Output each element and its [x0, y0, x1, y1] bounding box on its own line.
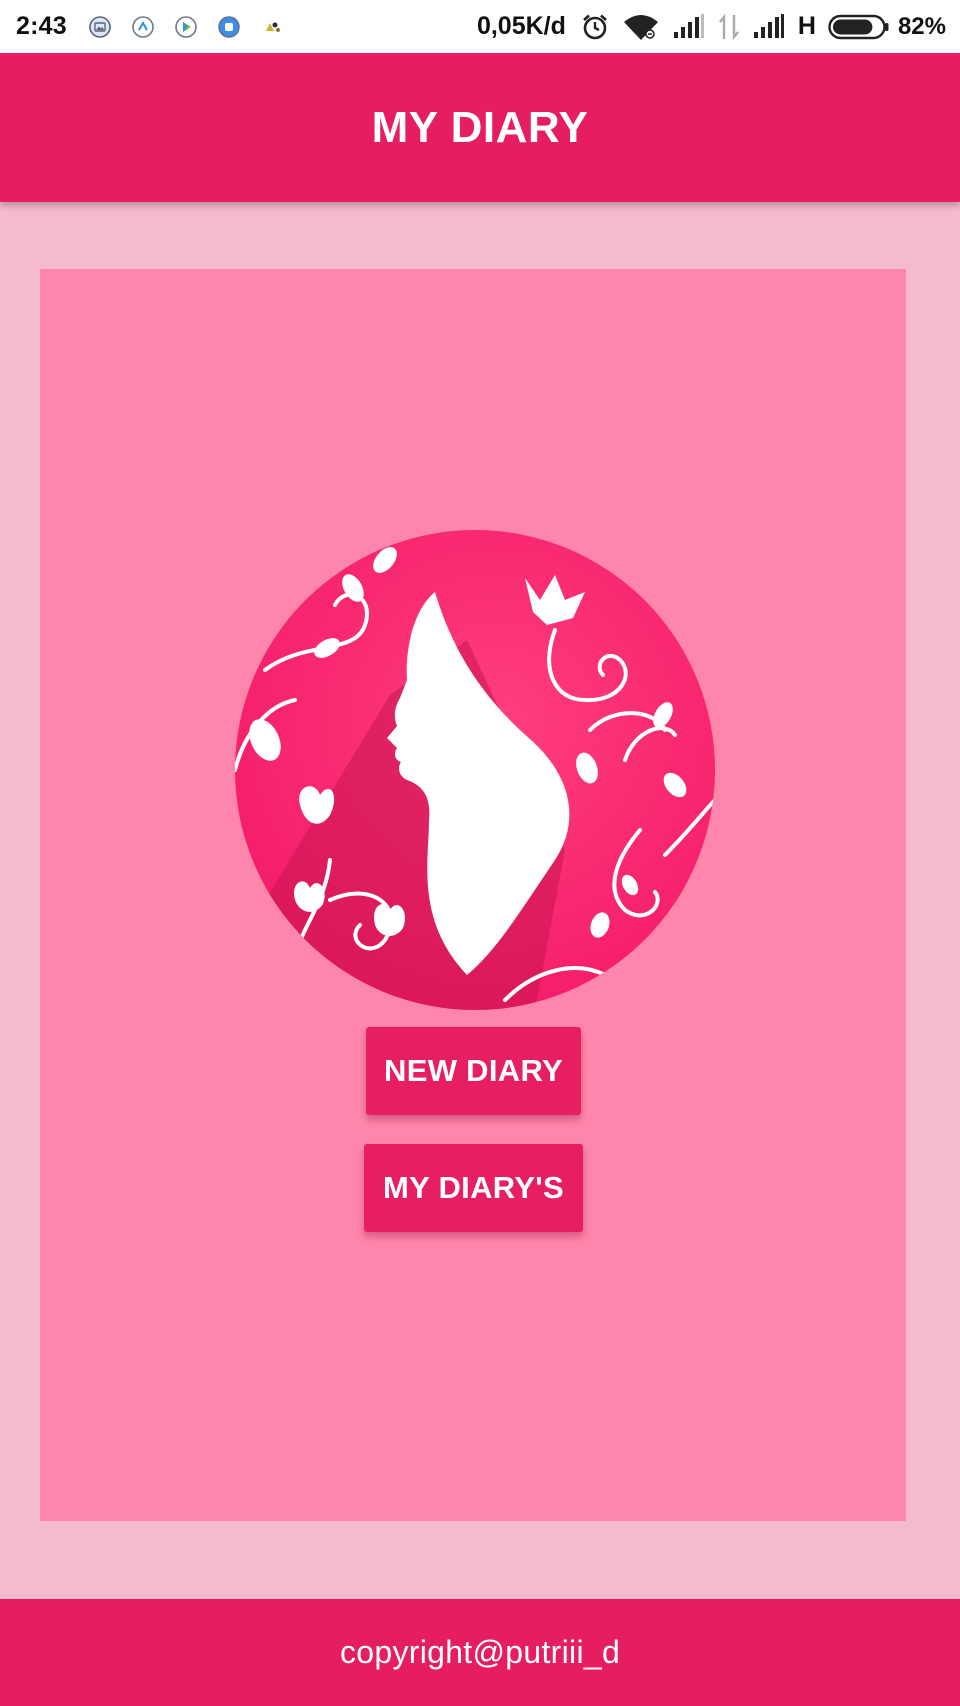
copyright-text: copyright@putriii_d: [339, 1634, 621, 1670]
data-transfer-icon: [718, 13, 739, 40]
battery-percent: 82%: [897, 12, 946, 40]
notification-icons: [89, 15, 304, 38]
gallery-icon: [89, 15, 111, 38]
new-diary-button[interactable]: NEW DIARY: [366, 1027, 581, 1115]
game-icon: [265, 22, 280, 32]
my-diaries-button[interactable]: MY DIARY'S: [364, 1144, 583, 1232]
battery-icon: [828, 14, 889, 39]
network-speed: 0,05K/d: [476, 12, 566, 40]
status-time: 2:43: [16, 12, 67, 40]
alarm-icon: [583, 14, 607, 39]
app-bar: MY DIARY: [0, 53, 960, 202]
page-title: MY DIARY: [371, 102, 589, 152]
play-store-icon: [175, 15, 197, 38]
footer: copyright@putriii_d: [0, 1599, 960, 1706]
main-panel: NEW DIARY MY DIARY'S: [40, 269, 906, 1521]
status-right-group: 0,05K/d H 82%: [477, 12, 946, 42]
signal-icon-2: [753, 13, 784, 38]
network-type: H: [797, 12, 816, 40]
status-bar: 2:43 0,05K/d H 82%: [0, 0, 960, 53]
wifi-icon: [623, 14, 658, 40]
battery-fill: [832, 19, 873, 34]
woman-silhouette-logo: [235, 530, 715, 1010]
signal-icon: [673, 13, 704, 38]
app-icon: [218, 15, 240, 38]
navigation-icon: [132, 15, 154, 38]
